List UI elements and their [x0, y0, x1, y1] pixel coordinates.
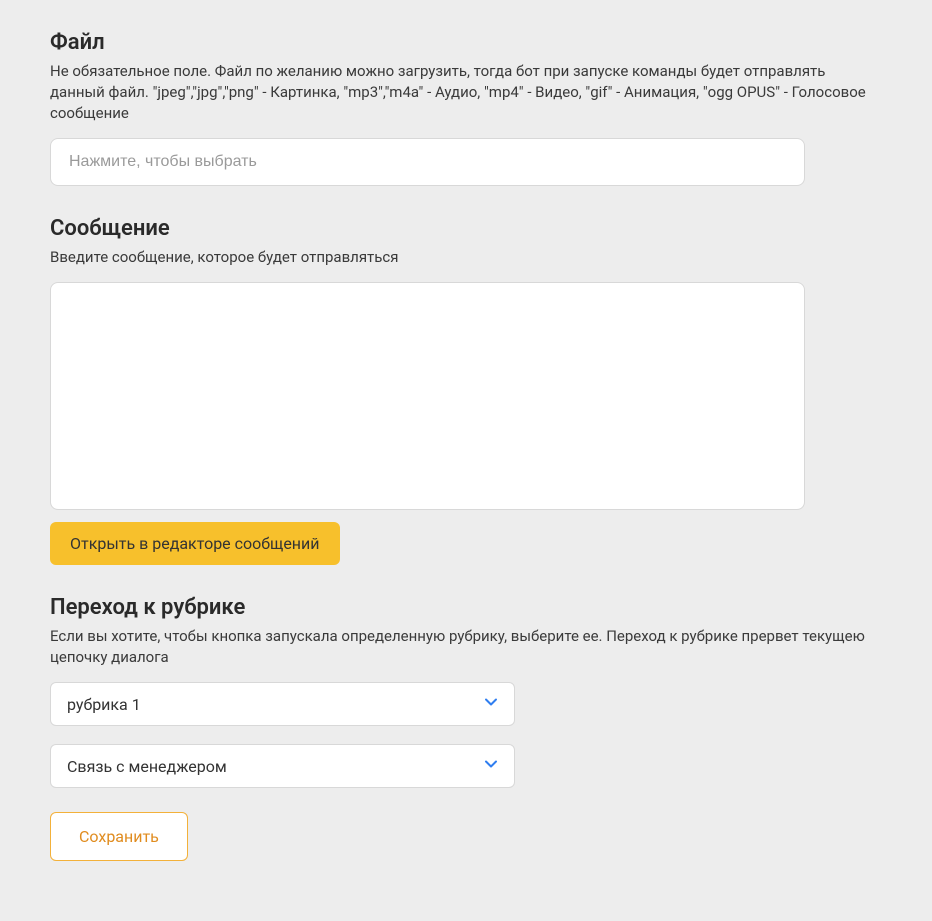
message-desc: Введите сообщение, которое будет отправл…	[50, 247, 882, 268]
rubric-select-2[interactable]	[50, 744, 515, 788]
file-desc: Не обязательное поле. Файл по желанию мо…	[50, 61, 882, 124]
rubric-select-1-wrapper	[50, 682, 515, 726]
rubric-desc: Если вы хотите, чтобы кнопка запускала о…	[50, 626, 882, 668]
rubric-section: Переход к рубрике Если вы хотите, чтобы …	[50, 595, 882, 861]
message-textarea[interactable]	[50, 282, 805, 510]
open-editor-button[interactable]: Открыть в редакторе сообщений	[50, 522, 340, 565]
file-input[interactable]	[50, 138, 805, 186]
save-button[interactable]: Сохранить	[50, 812, 188, 861]
message-section: Сообщение Введите сообщение, которое буд…	[50, 216, 882, 565]
message-title: Сообщение	[50, 216, 882, 241]
rubric-select-1[interactable]	[50, 682, 515, 726]
file-title: Файл	[50, 30, 882, 55]
rubric-title: Переход к рубрике	[50, 595, 882, 620]
file-section: Файл Не обязательное поле. Файл по желан…	[50, 30, 882, 186]
rubric-select-2-wrapper	[50, 744, 515, 788]
